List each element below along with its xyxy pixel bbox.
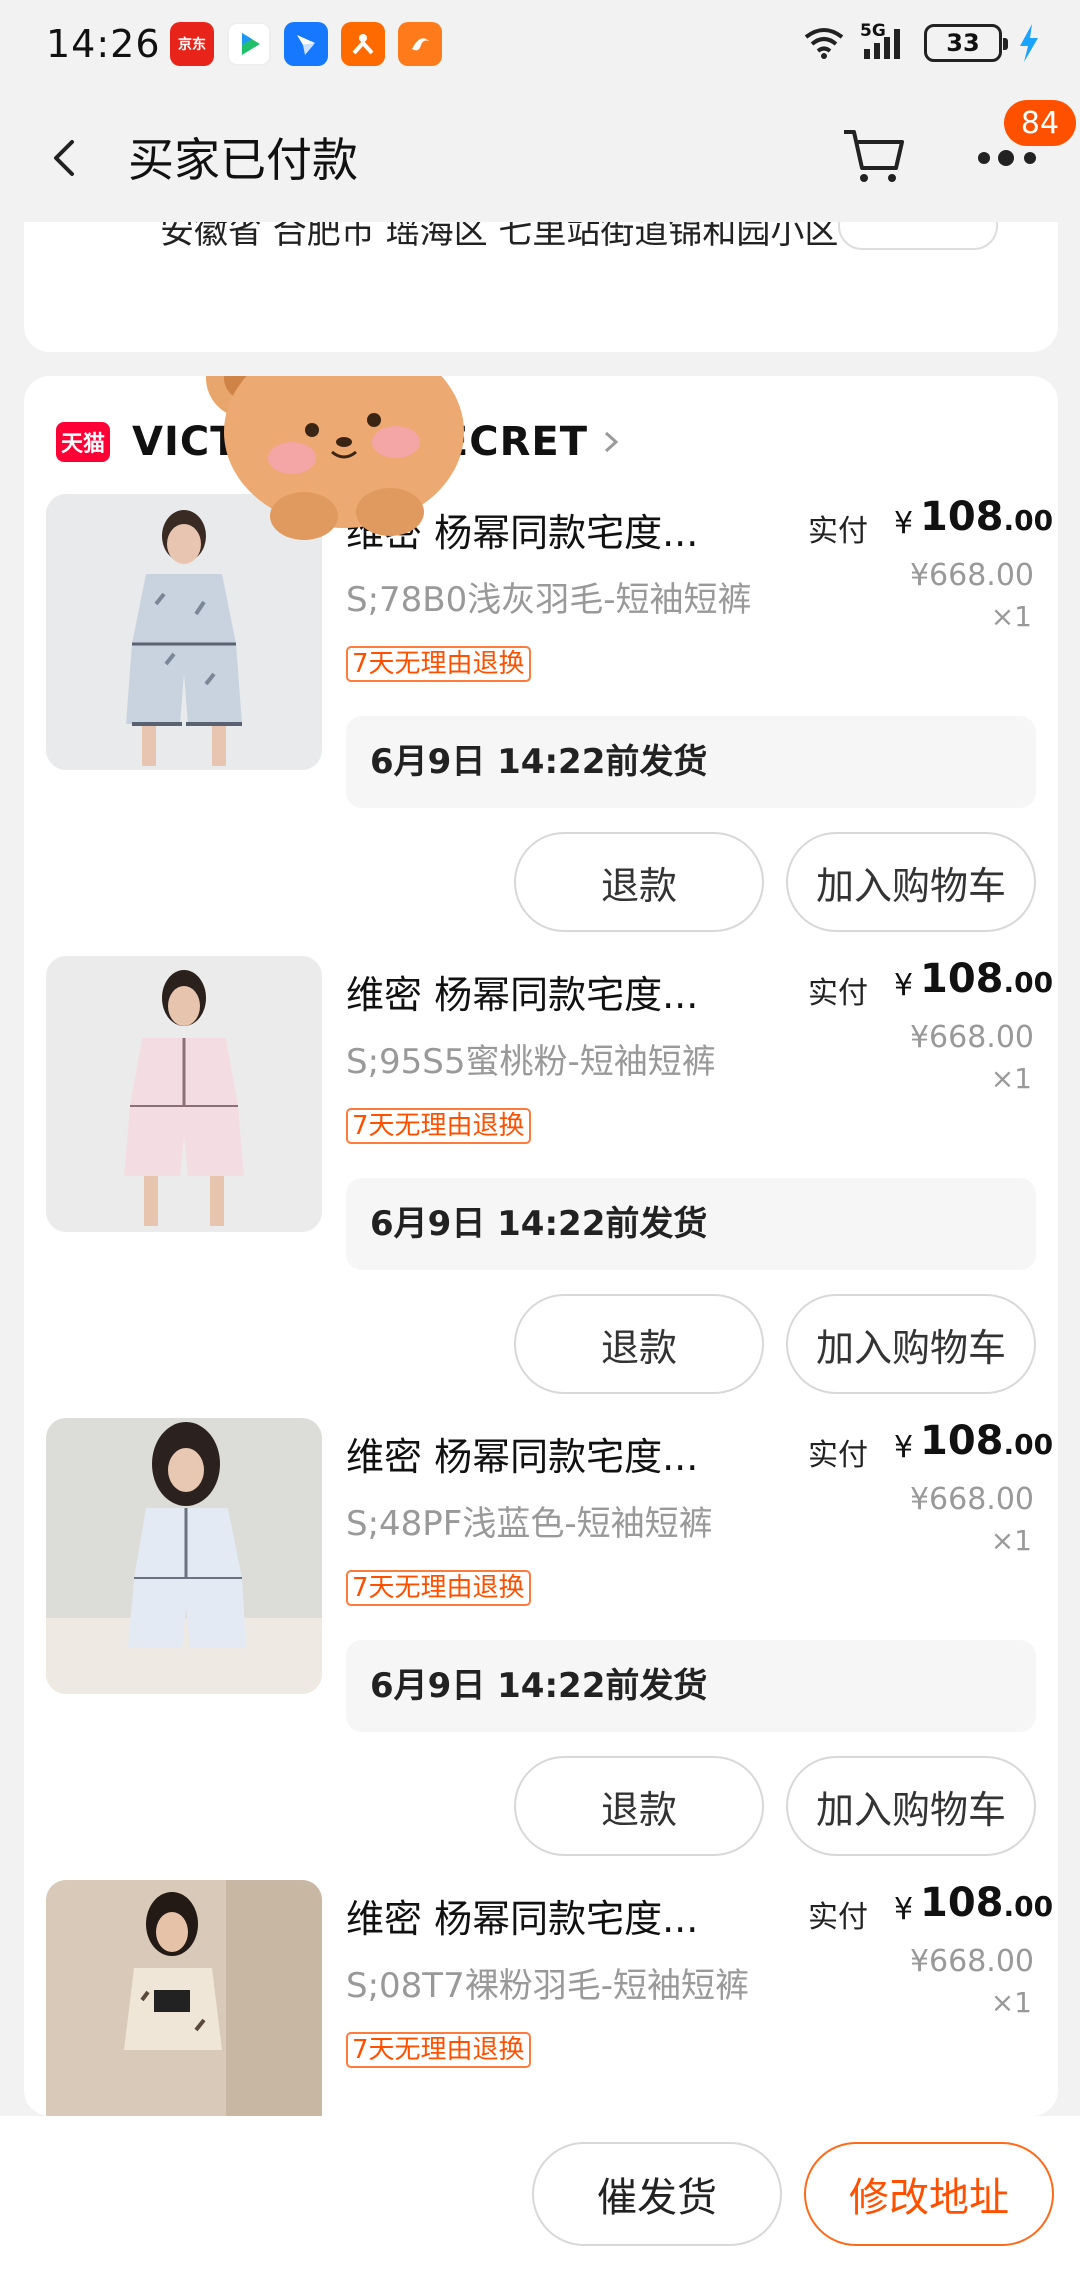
paid-price: 108.00	[920, 1880, 1054, 1926]
paid-price: 108.00	[920, 956, 1054, 1002]
paid-price: 108.00	[920, 1418, 1054, 1464]
product-image[interactable]	[46, 956, 322, 1232]
original-price: ¥668.00	[909, 558, 1034, 593]
return-policy-tag: 7天无理由退换	[346, 2032, 531, 2068]
change-address-button[interactable]: 修改地址	[804, 2142, 1054, 2246]
refund-button[interactable]: 退款	[514, 1294, 764, 1394]
taobao-app-icon	[341, 22, 385, 66]
product-sku: S;08T7裸粉羽毛-短袖短裤	[346, 1966, 749, 2006]
add-to-cart-button[interactable]: 加入购物车	[786, 1756, 1036, 1856]
quantity: ×1	[990, 1524, 1032, 1557]
shipping-deadline: 6月9日 14:22前发货	[346, 1178, 1036, 1270]
urge-shipping-button[interactable]: 催发货	[532, 2142, 782, 2246]
currency-symbol: ¥	[894, 1430, 914, 1465]
price-label: 实付	[808, 1438, 868, 1473]
chevron-right-icon	[605, 431, 619, 453]
message-count-badge: 84	[1004, 100, 1076, 146]
order-card: 天猫 VICTORIA'S SECRET	[24, 376, 1058, 2116]
order-detail-page: 14:26 京东 5G 33 买家已付款 84 安徽省 合肥市 瑶海区 七里站街…	[0, 0, 1080, 2269]
status-indicators: 5G 33	[804, 21, 1040, 62]
price-label: 实付	[808, 976, 868, 1011]
order-item: 维密 杨幂同款宅度... S;48PF浅蓝色-短袖短裤 7天无理由退换 实付 ¥…	[24, 1418, 1058, 1878]
address-card[interactable]: 安徽省 合肥市 瑶海区 七里站街道锦和园小区	[24, 222, 1058, 352]
original-price: ¥668.00	[909, 1482, 1034, 1517]
nav-bar: 买家已付款	[0, 92, 1080, 222]
page-title: 买家已付款	[128, 133, 358, 187]
currency-symbol: ¥	[894, 968, 914, 1003]
quantity: ×1	[990, 1986, 1032, 2019]
currency-symbol: ¥	[894, 506, 914, 541]
teddy-bear-sticker	[206, 376, 464, 540]
battery-indicator: 33	[924, 24, 1008, 62]
jd-app-icon: 京东	[170, 22, 214, 66]
tmall-logo: 天猫	[56, 422, 110, 462]
delivery-address: 安徽省 合肥市 瑶海区 七里站街道锦和园小区	[160, 222, 839, 252]
uc-app-icon	[398, 22, 442, 66]
original-price: ¥668.00	[909, 1020, 1034, 1055]
order-item: 维密 杨幂同款宅度... S;78B0浅灰羽毛-短袖短裤 7天无理由退换 实付 …	[24, 494, 1058, 954]
product-image[interactable]	[46, 1880, 322, 2116]
product-sku: S;48PF浅蓝色-短袖短裤	[346, 1504, 713, 1544]
product-title[interactable]: 维密 杨幂同款宅度...	[346, 1888, 698, 1943]
quantity: ×1	[990, 600, 1032, 633]
product-title[interactable]: 维密 杨幂同款宅度...	[346, 964, 698, 1019]
refund-button[interactable]: 退款	[514, 1756, 764, 1856]
signal-icon: 5G	[860, 21, 908, 61]
shipping-deadline: 6月9日 14:22前发货	[346, 1640, 1036, 1732]
bottom-action-bar: 催发货 修改地址	[0, 2116, 1080, 2269]
status-bar: 14:26 京东 5G 33	[0, 0, 1080, 92]
wifi-icon	[804, 28, 844, 59]
status-time: 14:26	[46, 22, 161, 66]
add-to-cart-button[interactable]: 加入购物车	[786, 832, 1036, 932]
order-item: 维密 杨幂同款宅度... S;95S5蜜桃粉-短袖短裤 7天无理由退换 实付 ¥…	[24, 956, 1058, 1416]
product-sku: S;78B0浅灰羽毛-短袖短裤	[346, 580, 752, 620]
status-app-icons: 京东	[170, 22, 442, 66]
price-label: 实付	[808, 514, 868, 549]
product-sku: S;95S5蜜桃粉-短袖短裤	[346, 1042, 716, 1082]
shopping-cart-icon[interactable]	[840, 122, 908, 190]
original-price: ¥668.00	[909, 1944, 1034, 1979]
feishu-app-icon	[284, 22, 328, 66]
address-action-button[interactable]	[838, 222, 998, 250]
product-title[interactable]: 维密 杨幂同款宅度...	[346, 1426, 698, 1481]
add-to-cart-button[interactable]: 加入购物车	[786, 1294, 1036, 1394]
product-image[interactable]	[46, 1418, 322, 1694]
return-policy-tag: 7天无理由退换	[346, 1570, 531, 1606]
video-app-icon	[227, 22, 271, 66]
refund-button[interactable]: 退款	[514, 832, 764, 932]
paid-price: 108.00	[920, 494, 1054, 540]
price-label: 实付	[808, 1900, 868, 1935]
currency-symbol: ¥	[894, 1892, 914, 1927]
return-policy-tag: 7天无理由退换	[346, 1108, 531, 1144]
order-item: 维密 杨幂同款宅度... S;08T7裸粉羽毛-短袖短裤 7天无理由退换 实付 …	[24, 1880, 1058, 2116]
shipping-deadline: 6月9日 14:22前发货	[346, 716, 1036, 808]
charging-icon	[1020, 24, 1038, 62]
back-arrow-icon[interactable]	[40, 130, 90, 186]
return-policy-tag: 7天无理由退换	[346, 646, 531, 682]
quantity: ×1	[990, 1062, 1032, 1095]
